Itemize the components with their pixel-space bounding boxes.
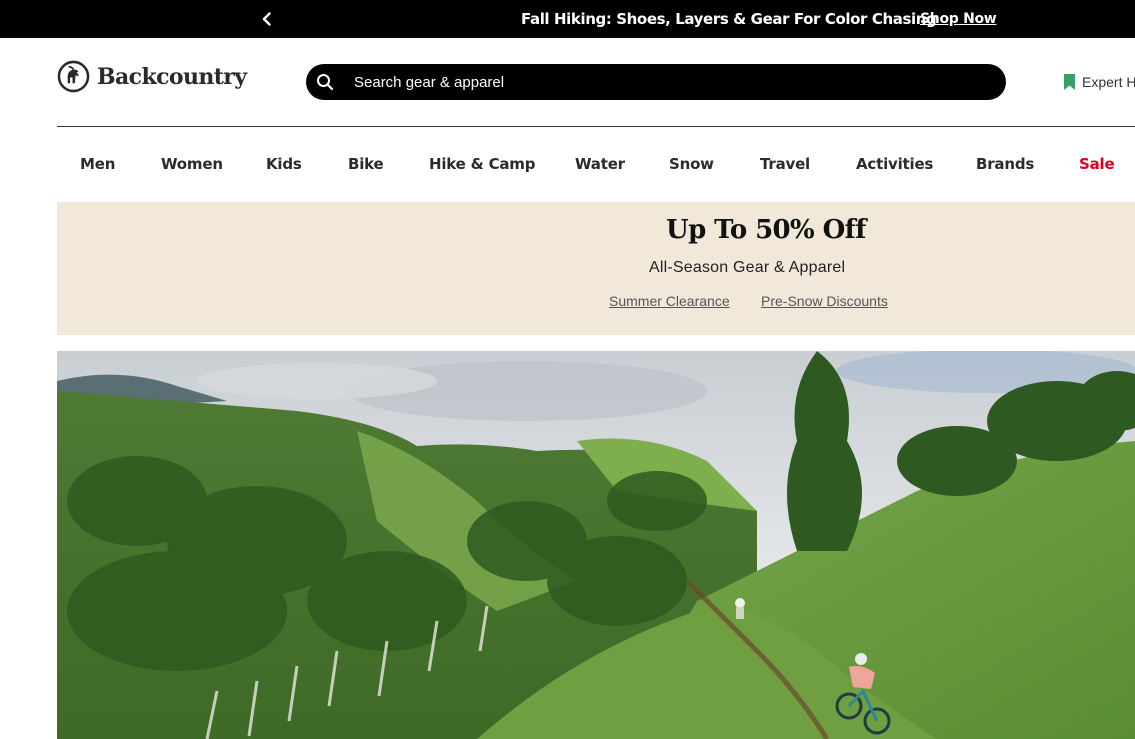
shop-now-link[interactable]: Shop Now — [920, 11, 997, 27]
nav-item-brands[interactable]: Brands — [976, 150, 1034, 178]
promo-message: Fall Hiking: Shoes, Layers & Gear For Co… — [521, 10, 937, 28]
mountain-biking-scene — [57, 351, 1135, 739]
logo-text: Backcountry — [97, 63, 247, 90]
nav-item-sale[interactable]: Sale — [1079, 150, 1115, 178]
nav-item-snow[interactable]: Snow — [669, 150, 714, 178]
backcountry-logo[interactable]: Backcountry — [57, 60, 247, 93]
search-bar[interactable] — [306, 64, 1006, 100]
nav-item-bike[interactable]: Bike — [348, 150, 384, 178]
expert-help-link[interactable]: Expert H — [1064, 74, 1135, 90]
nav-item-activities[interactable]: Activities — [856, 150, 933, 178]
promo-bar: Fall Hiking: Shoes, Layers & Gear For Co… — [0, 0, 1135, 38]
rider-distant — [735, 598, 745, 619]
nav-item-women[interactable]: Women — [161, 150, 223, 178]
summer-clearance-link[interactable]: Summer Clearance — [609, 293, 730, 309]
expert-help-label: Expert H — [1082, 74, 1135, 90]
sale-banner[interactable]: Up To 50% Off All-Season Gear & Apparel … — [57, 202, 1135, 335]
nav-item-men[interactable]: Men — [80, 150, 115, 178]
bookmark-icon — [1064, 74, 1075, 90]
header-divider — [57, 126, 1135, 127]
nav-item-travel[interactable]: Travel — [760, 150, 810, 178]
nav-item-kids[interactable]: Kids — [266, 150, 302, 178]
main-nav: Men Women Kids Bike Hike & Camp Water Sn… — [57, 150, 1135, 178]
banner-subtitle: All-Season Gear & Apparel — [649, 259, 846, 276]
nav-item-hike-camp[interactable]: Hike & Camp — [429, 150, 535, 178]
hero-image[interactable] — [57, 351, 1135, 739]
promo-prev-button[interactable] — [256, 8, 278, 30]
goat-logo-icon — [57, 60, 90, 93]
banner-title: Up To 50% Off — [666, 215, 866, 245]
nav-item-water[interactable]: Water — [575, 150, 625, 178]
search-icon[interactable] — [316, 73, 334, 91]
search-input[interactable] — [354, 64, 994, 100]
chevron-left-icon — [262, 12, 271, 26]
pre-snow-discounts-link[interactable]: Pre-Snow Discounts — [761, 293, 888, 309]
